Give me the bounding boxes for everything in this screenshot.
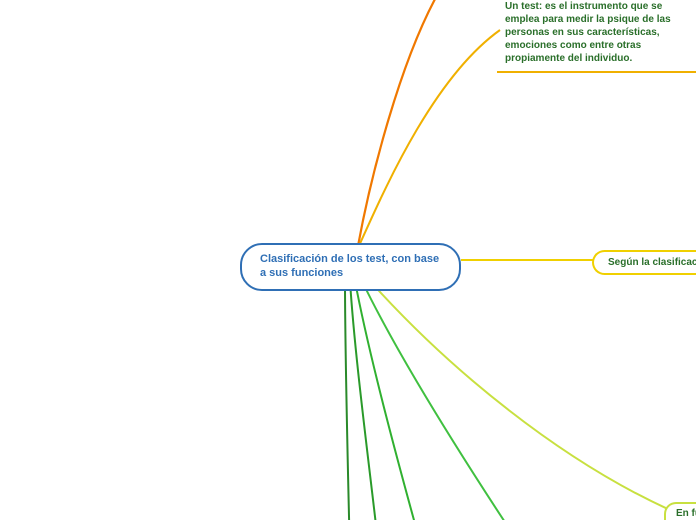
branch-function[interactable]: En fun xyxy=(664,502,696,520)
branch-classification-text: Según la clasificación d xyxy=(608,257,696,268)
branch-function-text: En fun xyxy=(676,508,696,519)
center-title: Clasificación de los test, con base a su… xyxy=(260,253,439,279)
center-node[interactable]: Clasificación de los test, con base a su… xyxy=(240,243,461,291)
branch-classification[interactable]: Según la clasificación d xyxy=(592,250,696,275)
branch-definition-text: Un test: es el instrumento que se emplea… xyxy=(505,1,671,64)
branch-definition[interactable]: Un test: es el instrumento que se emplea… xyxy=(497,0,696,73)
mindmap-canvas: Clasificación de los test, con base a su… xyxy=(0,0,696,520)
